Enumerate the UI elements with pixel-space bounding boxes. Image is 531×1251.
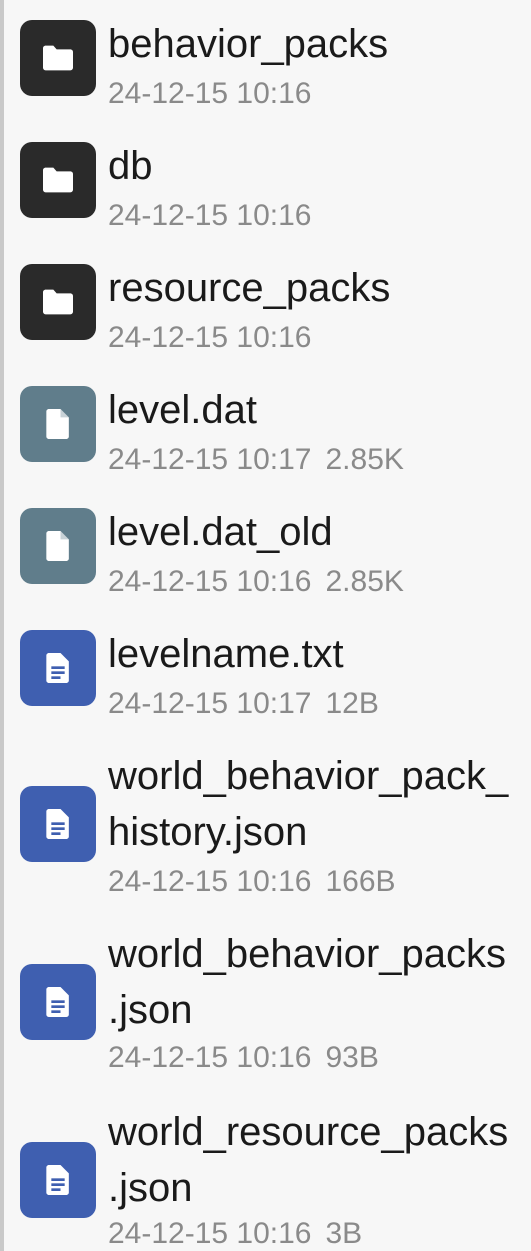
file-name: levelname.txt bbox=[108, 632, 344, 676]
folder-icon bbox=[20, 20, 96, 96]
file-meta: 24-12-15 10:16 93B bbox=[108, 1040, 379, 1076]
file-row-resource-packs[interactable]: resource_packs 24-12-15 10:16 bbox=[0, 244, 531, 364]
file-icon bbox=[20, 386, 96, 462]
file-row-behavior-packs[interactable]: behavior_packs 24-12-15 10:16 bbox=[0, 0, 531, 120]
file-modified: 24-12-15 10:16 bbox=[108, 199, 312, 232]
file-size: 93B bbox=[325, 1041, 379, 1074]
file-meta: 24-12-15 10:16 166B bbox=[108, 864, 396, 900]
file-modified: 24-12-15 10:16 bbox=[108, 1217, 312, 1250]
file-meta: 24-12-15 10:17 2.85K bbox=[108, 442, 404, 478]
file-row-world-resource-packs-json[interactable]: world_resource_packs .json 24-12-15 10:1… bbox=[0, 1086, 531, 1251]
file-row-level-dat[interactable]: level.dat 24-12-15 10:17 2.85K bbox=[0, 366, 531, 486]
file-row-levelname-txt[interactable]: levelname.txt 24-12-15 10:17 12B bbox=[0, 610, 531, 730]
file-meta: 24-12-15 10:17 12B bbox=[108, 686, 379, 722]
file-name: world_behavior_pack_ history.json bbox=[108, 754, 509, 854]
file-size: 2.85K bbox=[325, 443, 404, 476]
file-list-panel: behavior_packs 24-12-15 10:16 db 24-12-1… bbox=[0, 0, 531, 1251]
file-name: resource_packs bbox=[108, 266, 391, 310]
file-size: 2.85K bbox=[325, 565, 404, 598]
file-meta: 24-12-15 10:16 bbox=[108, 76, 312, 112]
file-name: world_behavior_packs .json bbox=[108, 932, 507, 1032]
file-row-level-dat-old[interactable]: level.dat_old 24-12-15 10:16 2.85K bbox=[0, 488, 531, 608]
file-modified: 24-12-15 10:16 bbox=[108, 865, 312, 898]
file-size: 3B bbox=[325, 1217, 363, 1250]
text-file-icon bbox=[20, 630, 96, 706]
file-row-world-behavior-pack-history[interactable]: world_behavior_pack_ history.json 24-12-… bbox=[0, 732, 531, 910]
text-file-icon bbox=[20, 1142, 96, 1218]
file-name: behavior_packs bbox=[108, 22, 389, 66]
folder-icon bbox=[20, 264, 96, 340]
file-meta: 24-12-15 10:16 3B bbox=[108, 1216, 362, 1251]
file-modified: 24-12-15 10:16 bbox=[108, 77, 312, 110]
file-modified: 24-12-15 10:16 bbox=[108, 1041, 312, 1074]
file-name: level.dat bbox=[108, 388, 257, 432]
file-size: 12B bbox=[325, 687, 379, 720]
file-modified: 24-12-15 10:16 bbox=[108, 565, 312, 598]
file-icon bbox=[20, 508, 96, 584]
file-size: 166B bbox=[325, 865, 396, 898]
file-modified: 24-12-15 10:17 bbox=[108, 443, 312, 476]
folder-icon bbox=[20, 142, 96, 218]
file-modified: 24-12-15 10:16 bbox=[108, 321, 312, 354]
file-modified: 24-12-15 10:17 bbox=[108, 687, 312, 720]
file-name: db bbox=[108, 144, 153, 188]
text-file-icon bbox=[20, 786, 96, 862]
text-file-icon bbox=[20, 964, 96, 1040]
file-meta: 24-12-15 10:16 bbox=[108, 320, 312, 356]
file-meta: 24-12-15 10:16 2.85K bbox=[108, 564, 404, 600]
file-row-world-behavior-packs-json[interactable]: world_behavior_packs .json 24-12-15 10:1… bbox=[0, 910, 531, 1086]
file-name: level.dat_old bbox=[108, 510, 333, 554]
file-name: world_resource_packs .json bbox=[108, 1110, 509, 1210]
file-meta: 24-12-15 10:16 bbox=[108, 198, 312, 234]
file-row-db[interactable]: db 24-12-15 10:16 bbox=[0, 122, 531, 242]
